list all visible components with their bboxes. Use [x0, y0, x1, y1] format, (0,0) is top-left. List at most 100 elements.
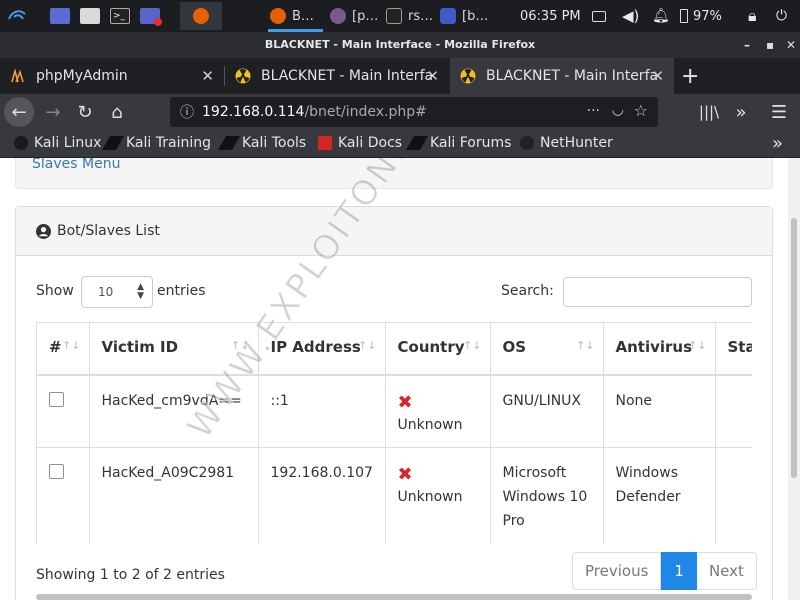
table-info-text: Showing 1 to 2 of 2 entries — [36, 567, 225, 583]
column-header-ip-address[interactable]: IP Address ↑↓ — [258, 322, 386, 376]
column-label: IP Address — [270, 338, 361, 356]
bookmark-kali-training[interactable]: Kali Training — [101, 135, 211, 151]
taskbar-app-1[interactable]: B… — [270, 0, 314, 32]
sort-icon: ↑↓ — [463, 339, 482, 352]
lock-icon[interactable]: 🔒︎ — [748, 0, 757, 32]
panel-title: Bot/Slaves List — [57, 223, 160, 239]
tab-blacknet-2[interactable]: BLACKNET - Main Interfa ✕ — [450, 58, 674, 94]
url-bar[interactable]: ⓘ 192.168.0.114/bnet/index.php# ··· ◡ ☆ — [170, 97, 658, 127]
bookmark-nethunter[interactable]: NetHunter — [520, 135, 613, 151]
column-header-victim-id[interactable]: Victim ID ↑↓ — [89, 322, 259, 376]
antivirus-cell: Windows Defender — [603, 447, 716, 544]
panel-heading: Bot/Slaves List — [16, 207, 772, 256]
close-icon[interactable]: ✕ — [786, 32, 796, 58]
search-input[interactable] — [563, 277, 752, 307]
bookmark-kali-docs[interactable]: Kali Docs — [318, 135, 402, 151]
info-icon[interactable]: ⓘ — [180, 102, 194, 122]
sort-icon: ↑↓ — [358, 339, 377, 352]
terminal-icon[interactable]: >_ — [110, 5, 132, 27]
tab-close-icon[interactable]: ✕ — [651, 67, 664, 85]
ip-address-cell: 192.168.0.107 — [258, 447, 386, 544]
battery-indicator[interactable]: 97% — [680, 0, 722, 32]
taskbar-app-label: [b… — [462, 8, 489, 24]
bot-table-container: # ↑↓ Victim ID ↑↓ IP Address ↑↓ Country ↑↓ O… — [36, 322, 752, 544]
navigation-toolbar: ← → ↻ ⌂ ⓘ 192.168.0.114/bnet/index.php# … — [0, 94, 800, 130]
os-cell: Microsoft Windows 10 Pro — [490, 447, 604, 544]
overflow-chevron-icon[interactable]: » — [726, 97, 756, 127]
next-page-button[interactable]: Next — [696, 552, 757, 590]
home-icon[interactable]: ⌂ — [102, 97, 132, 127]
horizontal-scrollbar[interactable] — [36, 594, 752, 600]
file-manager-icon[interactable] — [80, 5, 102, 27]
maximize-icon[interactable]: ▪ — [766, 32, 774, 58]
taskbar-firefox-active[interactable] — [180, 2, 222, 30]
hamburger-menu-icon[interactable]: ☰ — [764, 97, 794, 127]
table-row[interactable]: HacKed_cm9vdA== ::1 ✖ Unknown GNU/LINUX N… — [37, 374, 752, 448]
taskbar-app-2[interactable]: [p… — [330, 0, 378, 32]
taskbar-app-label: [p… — [352, 8, 379, 24]
bookmark-label: Kali Training — [126, 135, 211, 151]
desktop-icon[interactable] — [50, 5, 72, 27]
scrollbar-thumb[interactable] — [791, 218, 797, 478]
taskbar-app-4[interactable]: [b… — [440, 0, 488, 32]
back-arrow-icon[interactable]: ← — [4, 97, 34, 127]
kali-menu-icon[interactable] — [6, 5, 28, 27]
slaves-menu-link[interactable]: Slaves Menu — [32, 158, 120, 172]
os-taskbar: >_ B… [p… rs… [b… 06:35 PM ◀) 🔔︎ 97% 🔒︎ … — [0, 0, 800, 32]
reload-icon[interactable]: ↻ — [70, 97, 100, 127]
nethunter-icon — [520, 136, 534, 150]
bookmark-kali-forums[interactable]: Kali Forums — [405, 135, 511, 151]
minimize-icon[interactable]: – — [744, 32, 750, 58]
user-circle-icon — [36, 223, 51, 239]
forward-arrow-icon[interactable]: → — [38, 97, 68, 127]
page-actions-icon[interactable]: ··· — [587, 103, 600, 119]
radiation-icon — [235, 68, 251, 84]
table-row[interactable]: HacKed_A09C2981 192.168.0.107 ✖ Unknown M… — [37, 447, 752, 544]
tab-label: phpMyAdmin — [36, 68, 128, 84]
bookmark-kali-tools[interactable]: Kali Tools — [217, 135, 306, 151]
firefox-icon — [193, 8, 209, 24]
column-header-status[interactable]: Sta — [715, 322, 752, 376]
tab-phpmyadmin[interactable]: phpMyAdmin ✕ — [0, 58, 224, 94]
country-cell: ✖ Unknown — [385, 374, 491, 448]
column-header-number[interactable]: # ↑↓ — [37, 322, 90, 376]
row-select-cell — [37, 447, 90, 544]
bookmarks-overflow-icon[interactable]: » — [772, 133, 783, 154]
row-checkbox[interactable] — [49, 464, 64, 479]
sort-icon: ↑↓ — [576, 339, 595, 352]
new-tab-icon[interactable]: + — [676, 58, 706, 94]
bookmark-star-icon[interactable]: ☆ — [634, 101, 648, 120]
tab-close-icon[interactable]: ✕ — [201, 67, 214, 85]
docs-icon — [318, 136, 332, 150]
tab-close-icon[interactable]: ✕ — [426, 67, 439, 85]
firefox-icon — [330, 8, 346, 24]
tab-blacknet-1[interactable]: BLACKNET - Main Interfa ✕ — [225, 58, 449, 94]
battery-percent: 97% — [693, 8, 722, 24]
kali-dragon-icon — [101, 136, 125, 150]
library-icon[interactable]: |||\ — [694, 97, 724, 127]
column-header-antivirus[interactable]: Antivirus ↑↓ — [603, 322, 716, 376]
screen-recorder-icon[interactable] — [140, 5, 162, 27]
bookmark-kali-linux[interactable]: Kali Linux — [14, 135, 101, 151]
vertical-scrollbar[interactable] — [788, 158, 800, 600]
clock[interactable]: 06:35 PM — [520, 0, 581, 32]
notification-bell-icon[interactable]: 🔔︎ — [652, 0, 670, 32]
column-header-os[interactable]: OS ↑↓ — [490, 322, 604, 376]
taskbar-app-3[interactable]: rs… — [386, 0, 433, 32]
pocket-icon[interactable]: ◡ — [612, 102, 624, 118]
power-icon[interactable]: ⏻ — [776, 0, 787, 32]
column-label: OS — [502, 338, 527, 356]
display-icon[interactable] — [592, 0, 606, 32]
sort-icon: ↑↓ — [231, 339, 250, 352]
previous-page-button[interactable]: Previous — [572, 552, 662, 590]
tab-bar: phpMyAdmin ✕ BLACKNET - Main Interfa ✕ B… — [0, 58, 800, 94]
page-1-button[interactable]: 1 — [661, 552, 697, 590]
victim-id-cell: HacKed_A09C2981 — [89, 447, 259, 544]
search-label: Search: — [501, 283, 554, 299]
column-header-country[interactable]: Country ↑↓ — [385, 322, 491, 376]
volume-icon[interactable]: ◀) — [622, 0, 639, 32]
row-checkbox[interactable] — [49, 391, 64, 407]
page-content: Slaves Menu Bot/Slaves List Show 10 ▲ ▼ e… — [0, 158, 788, 600]
terminal-icon — [386, 8, 402, 24]
entries-per-page-select[interactable]: 10 ▲ ▼ — [81, 276, 153, 308]
